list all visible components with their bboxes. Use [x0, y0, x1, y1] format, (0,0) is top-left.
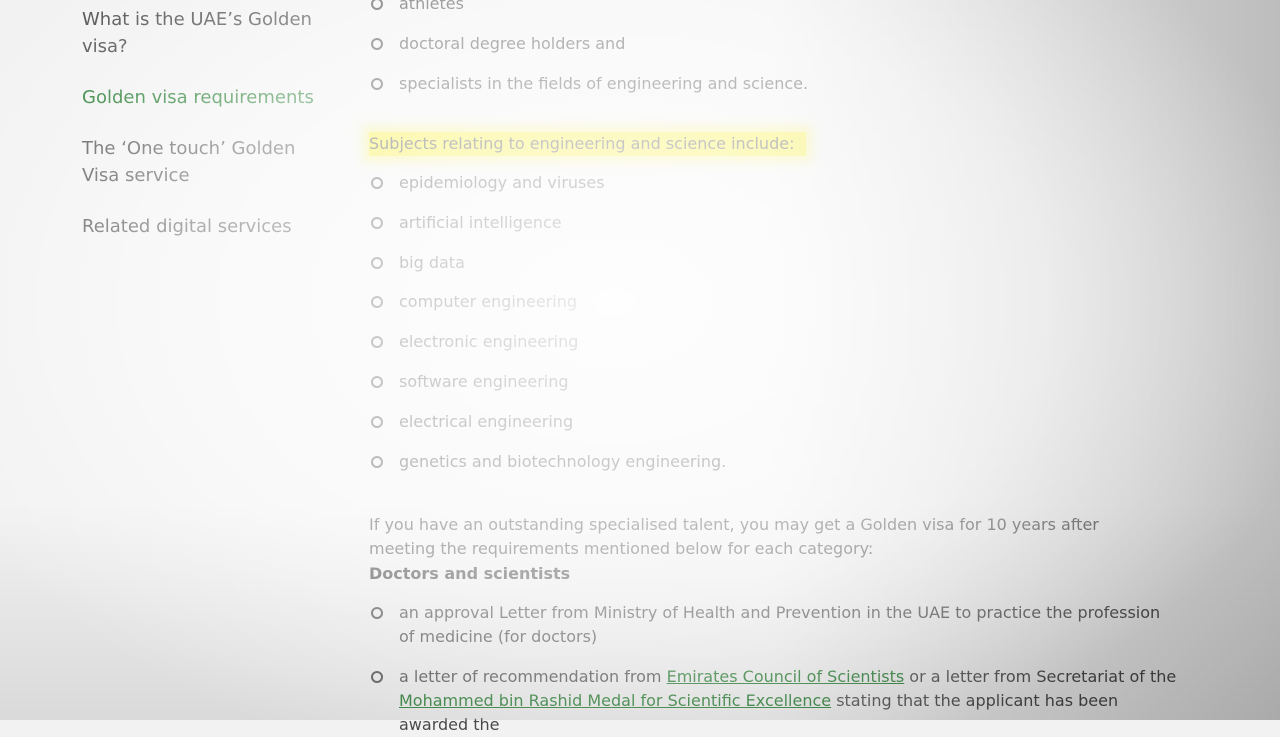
category-title: Doctors and scientists	[369, 564, 571, 583]
intro-paragraph: If you have an outstanding specialised t…	[369, 515, 1099, 558]
circle-bullet-icon	[371, 455, 383, 468]
circle-bullet-icon	[371, 607, 383, 619]
circle-bullet-icon	[371, 415, 383, 428]
circle-bullet-icon	[371, 336, 383, 349]
list-item: specialists in the fields of engineering…	[369, 72, 1199, 96]
requirements-list: an approval Letter from Ministry of Heal…	[369, 601, 1179, 737]
circle-bullet-icon	[371, 256, 383, 269]
sidebar-item-golden-visa-requirements[interactable]: Golden visa requirements	[82, 84, 332, 111]
sidebar-nav: What is the UAE’s Golden visa? Golden vi…	[82, 6, 332, 264]
highlighted-subjects-heading: Subjects relating to engineering and sci…	[369, 132, 807, 156]
list-item: electrical engineering	[369, 410, 1199, 434]
mbr-medal-link[interactable]: Mohammed bin Rashid Medal for Scientific…	[399, 691, 831, 710]
circle-bullet-icon	[371, 671, 383, 683]
top-list: athletes doctoral degree holders and spe…	[369, 0, 1199, 96]
list-item: computer engineering	[369, 290, 1199, 314]
circle-bullet-icon	[371, 375, 383, 388]
list-item: an approval Letter from Ministry of Heal…	[369, 601, 1179, 649]
circle-bullet-icon	[371, 216, 383, 229]
list-item: genetics and biotechnology engineering.	[369, 450, 1199, 474]
circle-bullet-icon	[371, 0, 383, 10]
sidebar-item-what-is-golden-visa[interactable]: What is the UAE’s Golden visa?	[82, 6, 332, 60]
sidebar-item-one-touch-service[interactable]: The ‘One touch’ Golden Visa service	[82, 135, 332, 189]
list-item: epidemiology and viruses	[369, 171, 1199, 195]
list-item: artificial intelligence	[369, 211, 1199, 235]
sidebar-item-related-digital-services[interactable]: Related digital services	[82, 213, 332, 240]
subjects-list: epidemiology and viruses artificial inte…	[369, 171, 1199, 474]
list-item: electronic engineering	[369, 330, 1199, 354]
list-item: a letter of recommendation from Emirates…	[369, 665, 1179, 737]
circle-bullet-icon	[371, 78, 383, 90]
list-item: doctoral degree holders and	[369, 32, 1199, 56]
emirates-council-link[interactable]: Emirates Council of Scientists	[667, 667, 905, 686]
circle-bullet-icon	[371, 38, 383, 50]
circle-bullet-icon	[371, 296, 383, 309]
list-item: big data	[369, 251, 1199, 275]
list-item: software engineering	[369, 370, 1199, 394]
circle-bullet-icon	[371, 177, 383, 189]
list-item: athletes	[369, 0, 1199, 16]
